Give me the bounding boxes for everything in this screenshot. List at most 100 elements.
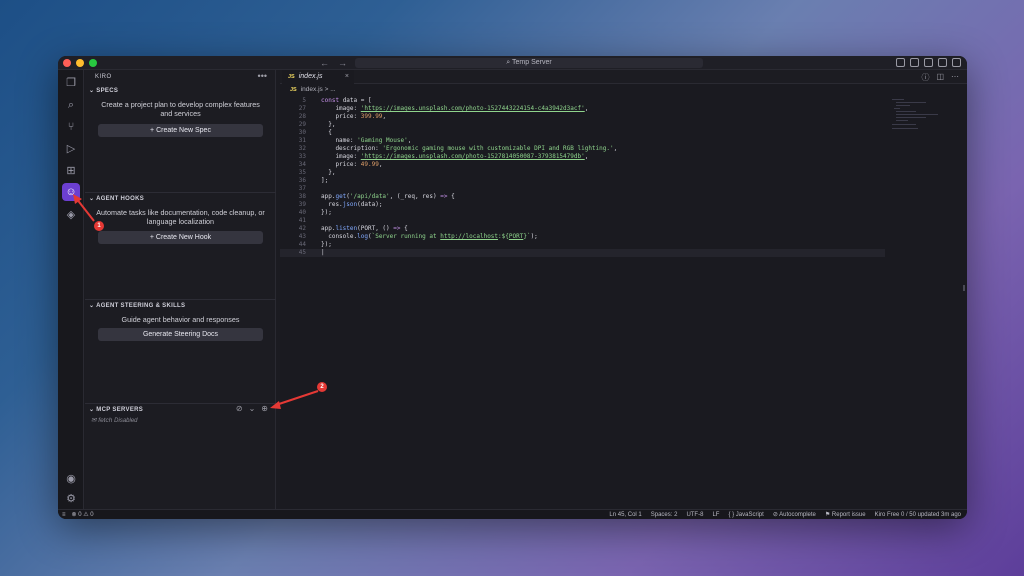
- split-editor-icon[interactable]: ◫: [936, 72, 944, 83]
- minimap[interactable]: [892, 97, 944, 137]
- explorer-icon[interactable]: ❐: [62, 74, 80, 92]
- mcp-server-name: fetch: [98, 417, 113, 424]
- activity-bar: ❐ ⌕ ⑂ ▷ ⊞ ☺ ◈ ◉ ⚙: [58, 70, 84, 509]
- code-line[interactable]: 40});: [280, 209, 885, 217]
- cursor-position[interactable]: Ln 45, Col 1: [609, 511, 641, 519]
- code-line[interactable]: 33 image: 'https://images.unsplash.com/p…: [280, 153, 885, 161]
- toggle-secondary-sidebar-icon[interactable]: [938, 58, 947, 67]
- code-line[interactable]: 39 res.json(data);: [280, 201, 885, 209]
- code-token: |: [321, 249, 325, 256]
- info-icon[interactable]: ⓘ: [921, 72, 929, 83]
- account-icon[interactable]: ◉: [62, 470, 80, 488]
- source-control-icon[interactable]: ⑂: [62, 118, 80, 136]
- code-token: });: [321, 209, 332, 216]
- code-line[interactable]: 28 price: 399.99,: [280, 113, 885, 121]
- mcp-servers-title[interactable]: ⌄ MCP SERVERS: [89, 406, 143, 413]
- settings-gear-icon[interactable]: ⚙: [62, 490, 80, 508]
- code-line[interactable]: 31 name: 'Gaming Mouse',: [280, 137, 885, 145]
- minimize-window-button[interactable]: [76, 59, 84, 67]
- code-token: 'https://images.unsplash.com/photo-15274…: [360, 105, 585, 112]
- code-line[interactable]: 32 description: 'Ergonomic gaming mouse …: [280, 145, 885, 153]
- report-issue[interactable]: ⚑ Report issue: [825, 511, 866, 519]
- status-right: Ln 45, Col 1 Spaces: 2 UTF-8 LF { } Java…: [609, 511, 961, 519]
- code-line[interactable]: 45 |: [280, 249, 885, 257]
- mcp-server-item[interactable]: ✉ fetch Disabled: [91, 416, 138, 424]
- code-token: const: [321, 97, 343, 104]
- code-line[interactable]: 41: [280, 217, 885, 225]
- create-new-spec-button[interactable]: + Create New Spec: [98, 124, 263, 137]
- code-token: (PORT, (): [357, 225, 394, 232]
- line-number: 34: [298, 161, 306, 168]
- chat-icon[interactable]: [952, 58, 961, 67]
- code-line[interactable]: 35 },: [280, 169, 885, 177]
- code-token: json: [342, 201, 358, 208]
- code-line[interactable]: 27 image: 'https://images.unsplash.com/p…: [280, 105, 885, 113]
- extensions-icon[interactable]: ⊞: [62, 162, 80, 180]
- command-center[interactable]: ⌕ Temp Server: [355, 58, 703, 68]
- remote-explorer-icon[interactable]: ◈: [62, 206, 80, 224]
- code-line[interactable]: 38 app.get('/api/data', (_req, res) => {: [280, 193, 885, 201]
- code-token: },: [321, 121, 336, 128]
- tab-index-js[interactable]: JS index.js ×: [282, 70, 354, 84]
- autocomplete-status[interactable]: ⊘ Autocomplete: [773, 511, 816, 519]
- line-number: 43: [298, 233, 306, 240]
- agent-steering-description: Guide agent behavior and responses: [121, 315, 240, 324]
- create-new-hook-button[interactable]: + Create New Hook: [98, 231, 263, 244]
- encoding[interactable]: UTF-8: [686, 511, 703, 519]
- code-line[interactable]: 42 app.listen(PORT, () => {: [280, 225, 885, 233]
- line-number: 37: [298, 185, 306, 192]
- code-line[interactable]: 43 console.log(`Server running at http:/…: [280, 233, 885, 241]
- agent-hooks-section: ⌄ AGENT HOOKS Automate tasks like docume…: [85, 192, 276, 298]
- agent-hooks-title[interactable]: ⌄ AGENT HOOKS: [89, 195, 144, 202]
- collapse-icon[interactable]: ⌄: [249, 404, 256, 413]
- remote-status-icon[interactable]: ≡: [62, 511, 66, 519]
- code-token: ,: [613, 145, 618, 152]
- layout-icon[interactable]: [896, 58, 905, 67]
- language-mode[interactable]: { } JavaScript: [728, 511, 763, 519]
- code-line[interactable]: 29 },: [280, 121, 885, 129]
- forward-arrow-icon[interactable]: →: [338, 56, 347, 70]
- maximize-window-button[interactable]: [89, 59, 97, 67]
- breadcrumb-rest[interactable]: > ...: [325, 86, 336, 93]
- line-number: 28: [298, 113, 306, 120]
- code-token: }`: [523, 233, 531, 240]
- agent-steering-title[interactable]: ⌄ AGENT STEERING & SKILLS: [89, 302, 185, 309]
- run-debug-icon[interactable]: ▷: [62, 140, 80, 158]
- code-line[interactable]: 37: [280, 185, 885, 193]
- close-tab-icon[interactable]: ×: [345, 70, 349, 84]
- more-actions-icon[interactable]: •••: [258, 71, 267, 81]
- vertical-scrollbar[interactable]: [963, 285, 965, 291]
- javascript-file-icon: JS: [288, 74, 295, 80]
- toggle-panel-icon[interactable]: [924, 58, 933, 67]
- problems-status[interactable]: ⊗ 0 ⚠ 0: [72, 511, 94, 519]
- plan-usage[interactable]: Kiro Free 0 / 50 updated 3m ago: [875, 511, 961, 519]
- toggle-sidebar-icon[interactable]: [910, 58, 919, 67]
- code-token: '/api/data': [349, 193, 390, 200]
- code-editor[interactable]: 5 const data = [27 image: 'https://images…: [280, 97, 885, 502]
- line-number: 35: [298, 169, 306, 176]
- code-token: data = [: [342, 97, 372, 104]
- line-number: 40: [298, 209, 306, 216]
- open-mcp-config-icon[interactable]: ⊕: [261, 404, 268, 413]
- code-line[interactable]: 44});: [280, 241, 885, 249]
- code-line[interactable]: 34 price: 49.99,: [280, 161, 885, 169]
- code-line[interactable]: 5 const data = [: [280, 97, 885, 105]
- more-actions-icon[interactable]: ⋯: [951, 72, 959, 83]
- specs-section: ⌄ SPECS Create a project plan to develop…: [85, 84, 276, 192]
- disable-mcp-icon[interactable]: ⊘: [236, 404, 243, 413]
- breadcrumb-file[interactable]: index.js: [301, 86, 323, 93]
- code-line[interactable]: 36];: [280, 177, 885, 185]
- mcp-servers-section: ⌄ MCP SERVERS ⊘ ⌄ ⊕ ✉ fetch Disabled: [85, 403, 276, 463]
- search-icon[interactable]: ⌕: [62, 96, 80, 114]
- generate-steering-docs-button[interactable]: Generate Steering Docs: [98, 328, 263, 341]
- specs-title[interactable]: ⌄ SPECS: [89, 87, 118, 94]
- specs-description: Create a project plan to develop complex…: [101, 100, 260, 118]
- back-arrow-icon[interactable]: ←: [320, 56, 329, 70]
- code-line[interactable]: 30 {: [280, 129, 885, 137]
- kiro-ghost-icon[interactable]: ☺: [62, 183, 80, 201]
- javascript-file-icon: JS: [290, 87, 297, 93]
- indentation[interactable]: Spaces: 2: [651, 511, 678, 519]
- end-of-line[interactable]: LF: [712, 511, 719, 519]
- app-window: ← → ⌕ Temp Server ❐ ⌕ ⑂ ▷ ⊞ ☺ ◈ ◉ ⚙ KIRO…: [58, 56, 967, 519]
- close-window-button[interactable]: [63, 59, 71, 67]
